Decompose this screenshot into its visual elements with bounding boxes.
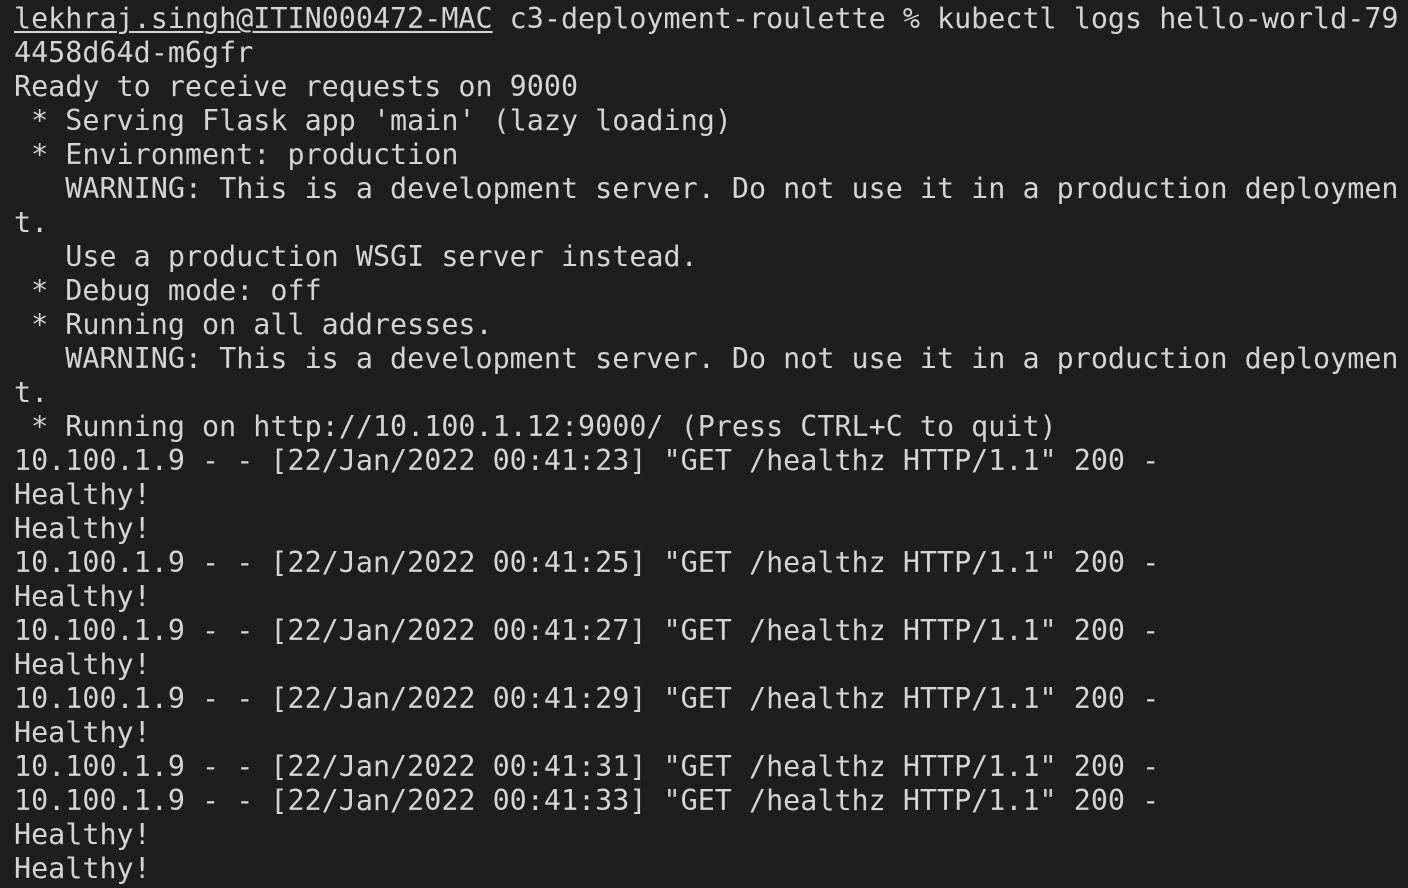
output-line: Healthy! bbox=[14, 648, 151, 681]
output-line: 10.100.1.9 - - [22/Jan/2022 00:41:29] "G… bbox=[14, 682, 1160, 715]
terminal-window[interactable]: lekhraj.singh@ITIN000472-MAC c3-deployme… bbox=[0, 0, 1408, 888]
output-line: WARNING: This is a development server. D… bbox=[14, 342, 1399, 375]
command-prompt-line: lekhraj.singh@ITIN000472-MAC c3-deployme… bbox=[14, 2, 1408, 36]
output-line: 10.100.1.9 - - [22/Jan/2022 00:41:27] "G… bbox=[14, 614, 1160, 647]
output-line: Healthy! bbox=[14, 852, 151, 885]
output-line: 4458d64d-m6gfr bbox=[14, 36, 254, 69]
output-line: * Debug mode: off bbox=[14, 274, 322, 307]
output-line: Healthy! bbox=[14, 716, 151, 749]
output-line: Healthy! bbox=[14, 580, 151, 613]
output-line: t. bbox=[14, 206, 49, 239]
output-line: Healthy! bbox=[14, 512, 151, 545]
output-line: Healthy! bbox=[14, 818, 151, 851]
output-line: Healthy! bbox=[14, 478, 151, 511]
output-line: * Serving Flask app 'main' (lazy loading… bbox=[14, 104, 732, 137]
output-line: t. bbox=[14, 376, 49, 409]
output-line: 10.100.1.9 - - [22/Jan/2022 00:41:23] "G… bbox=[14, 444, 1160, 477]
window-top-edge bbox=[0, 0, 1408, 3]
output-line: 10.100.1.9 - - [22/Jan/2022 00:41:31] "G… bbox=[14, 750, 1160, 783]
output-line: * Running on all addresses. bbox=[14, 308, 493, 341]
terminal-output: 4458d64d-m6gfr Ready to receive requests … bbox=[14, 36, 1408, 886]
output-line: Use a production WSGI server instead. bbox=[14, 240, 698, 273]
command-text: c3-deployment-roulette % kubectl logs he… bbox=[492, 2, 1399, 35]
output-line: WARNING: This is a development server. D… bbox=[14, 172, 1399, 205]
output-line: Ready to receive requests on 9000 bbox=[14, 70, 579, 103]
output-line: 10.100.1.9 - - [22/Jan/2022 00:41:33] "G… bbox=[14, 784, 1160, 817]
output-line: * Running on http://10.100.1.12:9000/ (P… bbox=[14, 410, 1057, 443]
output-line: 10.100.1.9 - - [22/Jan/2022 00:41:25] "G… bbox=[14, 546, 1160, 579]
output-line: * Environment: production bbox=[14, 138, 459, 171]
prompt-user-host: lekhraj.singh@ITIN000472-MAC bbox=[14, 2, 493, 35]
